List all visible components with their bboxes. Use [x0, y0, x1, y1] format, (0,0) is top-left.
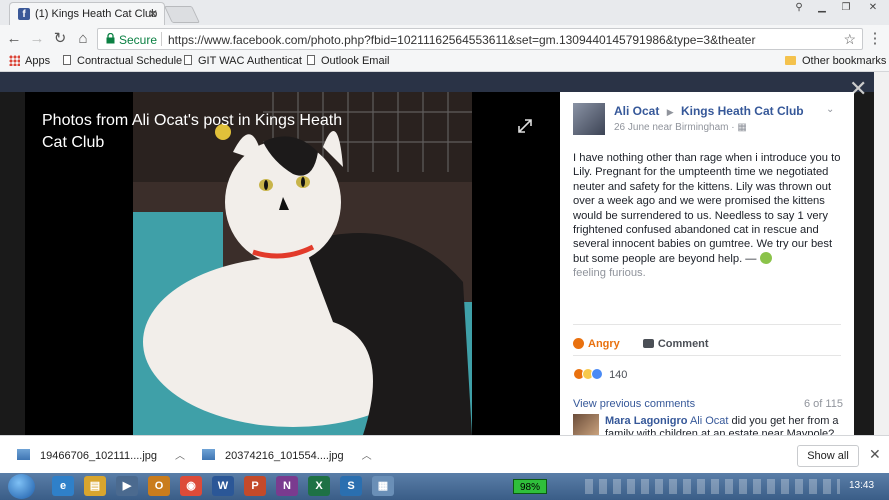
apps-grid-icon — [9, 55, 20, 66]
bookmark-apps[interactable]: Apps — [9, 55, 50, 67]
commenter-name[interactable]: Mara Lagonigro — [605, 415, 688, 427]
chevron-up-icon[interactable]: ︿ — [362, 451, 372, 462]
media-player-icon[interactable]: ▶ — [116, 476, 138, 496]
comment-bubble-icon — [642, 339, 654, 348]
page-icon — [63, 55, 71, 65]
view-previous-comments-link[interactable]: View previous comments — [573, 398, 695, 410]
divider — [573, 355, 841, 356]
bookmark-outlook-email[interactable]: Outlook Email — [307, 55, 389, 67]
post-header: Ali Ocat ▶ Kings Heath Cat Club — [614, 104, 804, 118]
excel-icon[interactable]: X — [308, 476, 330, 496]
address-bar[interactable]: Secure https://www.facebook.com/photo.ph… — [97, 28, 863, 50]
angry-face-icon — [573, 338, 584, 349]
image-file-icon — [202, 449, 215, 460]
post-actions: Angry Comment — [573, 338, 709, 350]
divider — [573, 324, 841, 325]
facebook-favicon-icon: f — [18, 8, 30, 20]
tab-strip: f (1) Kings Heath Cat Club ✕ ⚲ ▁ ❐ ✕ — [0, 0, 889, 25]
angry-reaction-button[interactable]: Angry — [573, 338, 620, 350]
author-link[interactable]: Ali Ocat — [614, 104, 659, 118]
post-date-location[interactable]: 26 June near Birmingham · — [614, 122, 737, 133]
reaction-count: 140 — [609, 369, 628, 381]
author-avatar[interactable] — [573, 103, 605, 135]
page-content: ✕ Photos from Ali Ocat's post in Kings H… — [0, 72, 889, 435]
new-tab-button[interactable] — [164, 6, 200, 23]
mention-link[interactable]: Ali Ocat — [690, 415, 729, 427]
post-options-chevron-icon[interactable]: ⌄ — [826, 104, 834, 115]
outlook-icon[interactable]: O — [148, 476, 170, 496]
home-icon[interactable]: ⌂ — [74, 30, 92, 48]
page-icon — [307, 55, 315, 65]
furious-emoji-icon — [759, 251, 772, 264]
post-text: I have nothing other than rage when i in… — [573, 152, 841, 265]
tab-title: (1) Kings Heath Cat Club — [35, 8, 158, 20]
privacy-group-icon: ▦ — [737, 122, 747, 133]
facebook-header-dimmed — [0, 72, 889, 92]
feeling-label: feeling furious. — [573, 267, 646, 280]
bookmark-git-wac[interactable]: GIT WAC Authenticat — [184, 55, 302, 67]
file-explorer-icon[interactable]: ▤ — [84, 476, 106, 496]
photo-caption: Photos from Ali Ocat's post in Kings Hea… — [42, 112, 343, 151]
taskbar-clock[interactable]: 13:43 — [849, 480, 874, 491]
commenter-avatar[interactable] — [573, 414, 599, 435]
downloads-shelf: 19466706_102111....jpg ︿ 20374216_101554.… — [0, 435, 889, 473]
network-icon[interactable]: ▦ — [372, 476, 394, 496]
fullscreen-expand-icon[interactable] — [515, 116, 535, 136]
chevron-up-icon[interactable]: ︿ — [175, 451, 185, 462]
bookmark-star-icon[interactable]: ☆ — [843, 31, 856, 48]
browser-tab[interactable]: f (1) Kings Heath Cat Club ✕ — [9, 2, 165, 25]
show-all-downloads-button[interactable]: Show all — [797, 445, 859, 467]
page-scrollbar[interactable] — [874, 72, 889, 435]
group-link[interactable]: Kings Heath Cat Club — [681, 104, 804, 118]
photo-viewer: Photos from Ali Ocat's post in Kings Hea… — [25, 92, 560, 435]
comment: Mara Lagonigro Ali Ocat did you get her … — [605, 415, 845, 435]
chrome-icon[interactable]: ◉ — [180, 476, 202, 496]
bookmark-contractual-schedule[interactable]: Contractual Schedule — [63, 55, 182, 67]
url-text[interactable]: https://www.facebook.com/photo.php?fbid=… — [168, 33, 755, 47]
onenote-icon[interactable]: N — [276, 476, 298, 496]
folder-icon — [785, 56, 796, 65]
window-close-icon[interactable]: ✕ — [860, 1, 886, 15]
comment-button[interactable]: Comment — [642, 338, 709, 350]
back-arrow-icon[interactable]: ← — [5, 30, 23, 48]
like-reaction-icon — [591, 368, 603, 380]
reload-icon[interactable]: ↻ — [51, 30, 69, 48]
start-button[interactable] — [8, 474, 35, 499]
skype-business-icon[interactable]: S — [340, 476, 362, 496]
bookmark-other[interactable]: Other bookmarks — [785, 55, 886, 67]
post-sidebar: Ali Ocat ▶ Kings Heath Cat Club 26 June … — [560, 92, 854, 435]
minimize-icon[interactable]: ▁ — [812, 1, 832, 15]
system-tray-icons[interactable] — [585, 479, 840, 494]
secure-label: Secure — [119, 33, 158, 47]
close-downloads-icon[interactable]: ✕ — [869, 446, 881, 463]
powerpoint-icon[interactable]: P — [244, 476, 266, 496]
download-item[interactable]: 20374216_101554....jpg ︿ — [202, 447, 372, 462]
menu-kebab-icon[interactable]: ⋮ — [866, 30, 884, 48]
maximize-icon[interactable]: ❐ — [836, 1, 856, 15]
user-profile-icon[interactable]: ⚲ — [789, 1, 809, 15]
download-item[interactable]: 19466706_102111....jpg ︿ — [17, 447, 185, 462]
reaction-summary[interactable]: 140 — [573, 368, 627, 381]
battery-indicator[interactable]: 98% — [513, 479, 547, 494]
address-separator — [161, 32, 162, 46]
bookmarks-bar: Apps Contractual Schedule GIT WAC Authen… — [0, 52, 889, 72]
forward-arrow-icon[interactable]: → — [28, 30, 46, 48]
post-body: I have nothing other than rage when i in… — [573, 151, 843, 281]
page-icon — [184, 55, 192, 65]
image-file-icon — [17, 449, 30, 460]
comment-count: 6 of 115 — [804, 398, 843, 410]
lock-icon — [106, 33, 115, 44]
tab-close-icon[interactable]: ✕ — [148, 7, 158, 21]
post-meta: 26 June near Birmingham · ▦ — [614, 122, 747, 133]
windows-taskbar: e ▤ ▶ O ◉ W P N X S ▦ 98% 13:43 — [0, 473, 889, 500]
internet-explorer-icon[interactable]: e — [52, 476, 74, 496]
arrow-right-icon: ▶ — [666, 107, 674, 117]
word-icon[interactable]: W — [212, 476, 234, 496]
